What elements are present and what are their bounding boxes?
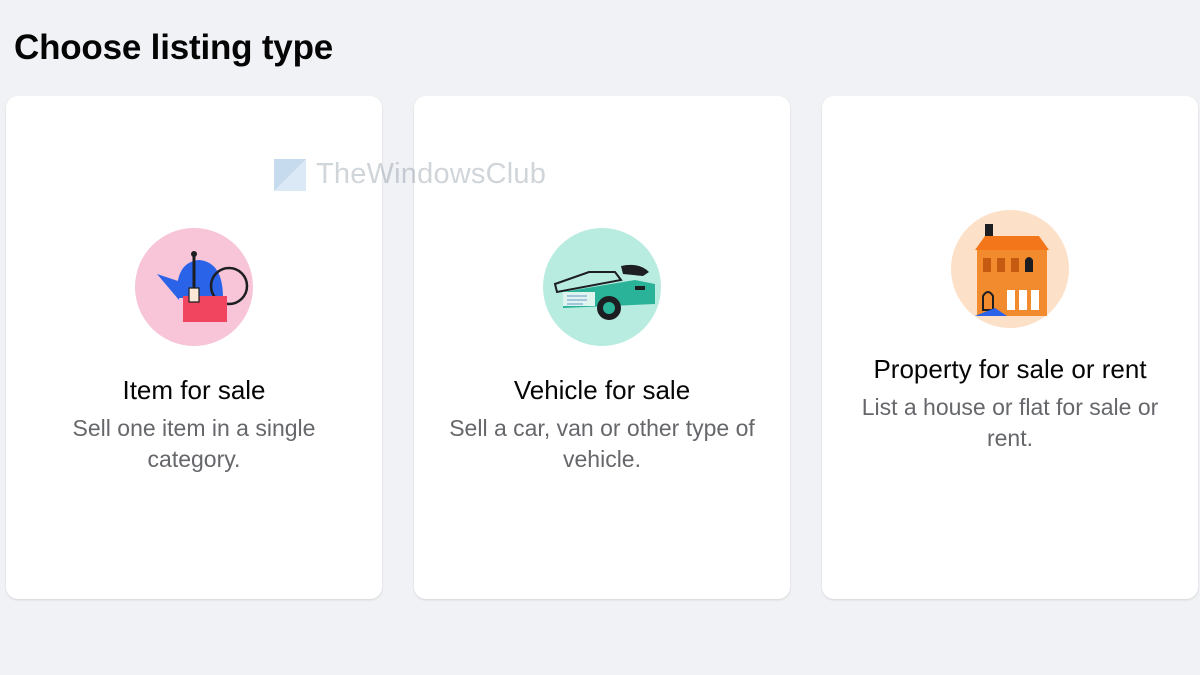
car-icon — [543, 228, 661, 346]
property-for-sale-or-rent-title: Property for sale or rent — [873, 354, 1147, 384]
vehicle-for-sale-description: Sell a car, van or other type of vehicle… — [449, 415, 755, 472]
property-for-sale-or-rent-description: List a house or flat for sale or rent. — [861, 394, 1159, 451]
item-for-sale-title: Item for sale — [122, 375, 266, 405]
page-title: Choose listing type — [14, 28, 334, 67]
property-for-sale-or-rent-card[interactable]: Property for sale or rent List a house o… — [822, 96, 1198, 599]
house-icon — [951, 210, 1069, 328]
item-for-sale-card[interactable]: Item for sale Sell one item in a single … — [6, 96, 382, 599]
item-for-sale-description: Sell one item in a single category. — [72, 415, 316, 472]
choose-listing-type-page: Choose listing type Item for sale Sell o… — [0, 0, 1200, 675]
vehicle-for-sale-title: Vehicle for sale — [513, 375, 691, 405]
vehicle-for-sale-card[interactable]: Vehicle for sale Sell a car, van or othe… — [414, 96, 790, 599]
kettle-with-price-tag-icon — [135, 228, 253, 346]
